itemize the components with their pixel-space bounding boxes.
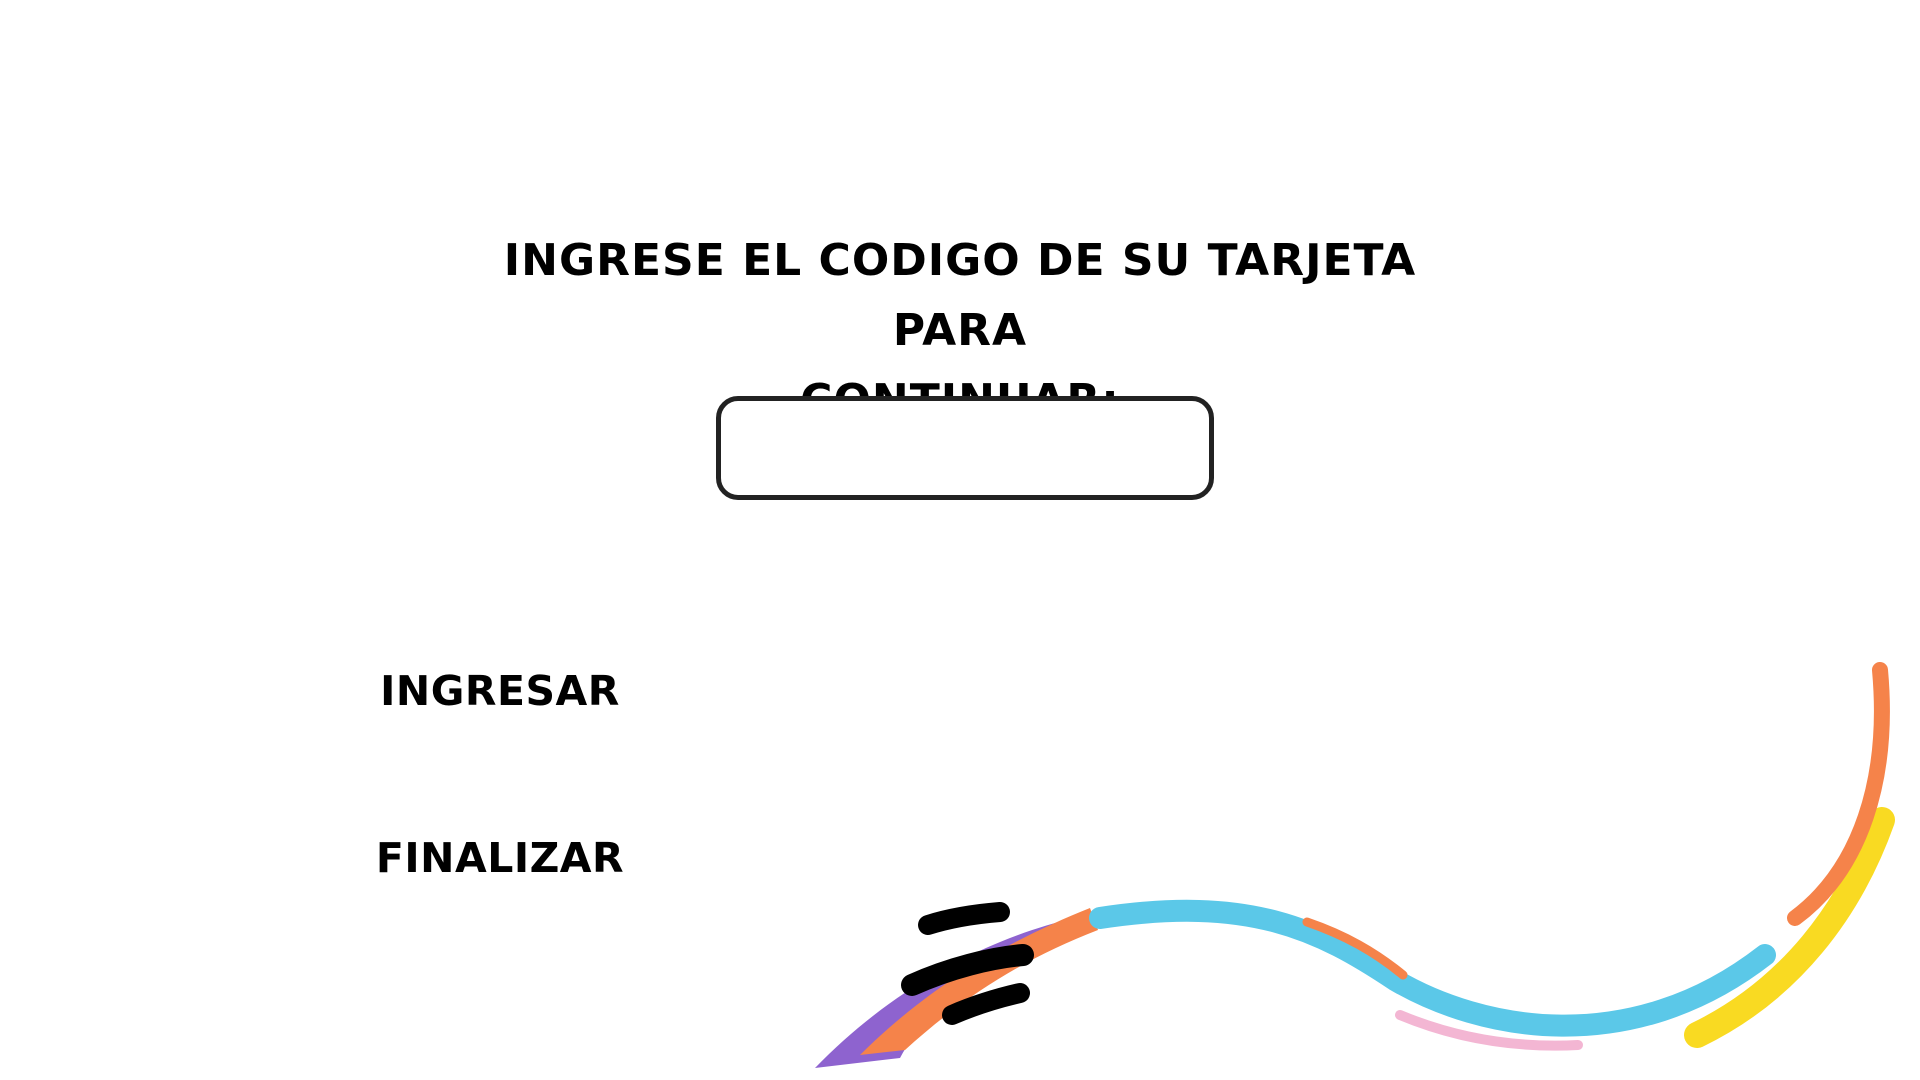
- orange-arc: [1787, 662, 1890, 926]
- black-brush-stroke-2: [901, 944, 1034, 996]
- pink-wave-accent: [1395, 1010, 1583, 1051]
- black-brush-stroke-1: [918, 902, 1010, 935]
- page-title-line-1: INGRESE EL CODIGO DE SU TARJETA PARA: [503, 235, 1417, 356]
- decorative-ribbons: [815, 662, 1895, 1068]
- blue-wave: [1089, 899, 1776, 1037]
- finalizar-button[interactable]: FINALIZAR: [360, 823, 640, 893]
- purple-ribbon: [815, 918, 1090, 1068]
- orange-wave-accent: [1302, 917, 1408, 980]
- card-code-input[interactable]: [716, 396, 1214, 500]
- ingresar-button[interactable]: INGRESAR: [360, 656, 640, 726]
- yellow-arc: [1684, 807, 1895, 1048]
- orange-ribbon-lower: [860, 908, 1098, 1055]
- black-brush-stroke-3: [942, 983, 1030, 1025]
